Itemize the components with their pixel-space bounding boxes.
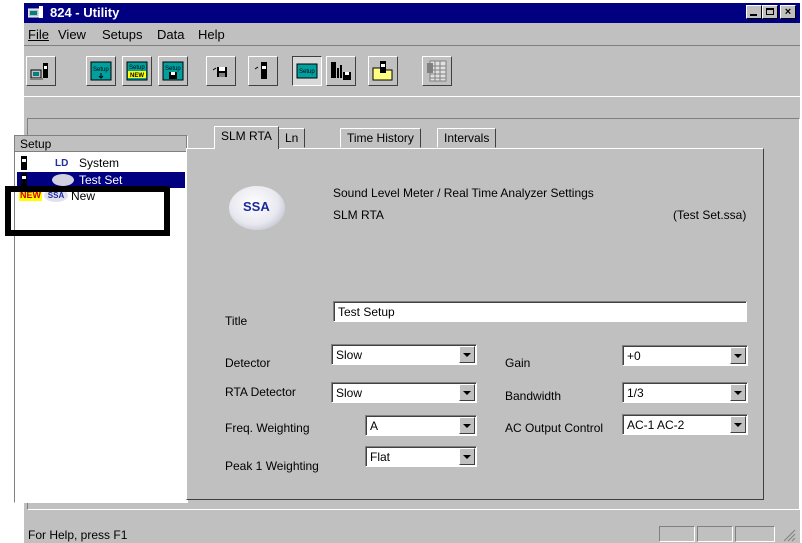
save-meter-icon <box>212 67 227 77</box>
setup-icon: Setup <box>90 61 112 81</box>
peak1-weighting-label: Peak 1 Weighting <box>225 459 319 473</box>
detector-value: Slow <box>336 348 363 362</box>
data-save-icon <box>331 62 351 80</box>
gain-select[interactable]: +0 <box>622 345 748 366</box>
status-pane-1 <box>659 526 695 542</box>
restore-icon <box>766 8 774 15</box>
freq-weighting-value: A <box>370 419 379 433</box>
chevron-down-icon[interactable] <box>459 448 475 465</box>
ac-output-value: AC-1 AC-2 <box>627 418 685 432</box>
meter-icon <box>254 62 267 79</box>
title-bar[interactable]: 824 - Utility × <box>24 3 800 23</box>
rta-detector-select[interactable]: Slow <box>331 382 477 403</box>
title-field[interactable]: Test Setup <box>333 301 747 322</box>
settings-panel: SSA Sound Level Meter / Real Time Analyz… <box>186 148 764 500</box>
menu-file[interactable]: File <box>28 27 49 42</box>
svg-text:Setup: Setup <box>299 69 315 75</box>
peak1-weighting-select[interactable]: Flat <box>365 446 477 467</box>
tree-item-label: System <box>79 156 120 170</box>
menu-help[interactable]: Help <box>198 27 225 42</box>
tree-header[interactable]: Setup <box>15 136 187 152</box>
bandwidth-label: Bandwidth <box>505 389 562 403</box>
tab-time-history[interactable]: Time History <box>340 128 421 148</box>
meter-icon <box>21 156 27 170</box>
chevron-down-icon[interactable] <box>459 384 475 401</box>
panel-file: (Test Set.ssa) <box>673 208 747 222</box>
svg-text:NEW: NEW <box>130 73 144 79</box>
gain-value: +0 <box>627 349 641 363</box>
spreadsheet-button[interactable] <box>422 56 452 86</box>
open-folder-icon <box>372 61 393 81</box>
open-file-button[interactable] <box>368 56 398 86</box>
svg-text:Setup: Setup <box>165 66 181 72</box>
spreadsheet-icon <box>427 60 447 82</box>
status-bar: For Help, press F1 <box>24 525 800 543</box>
resize-grip-icon[interactable] <box>782 528 796 542</box>
bandwidth-select[interactable]: 1/3 <box>622 382 748 403</box>
restore-button[interactable] <box>762 5 778 19</box>
window-title: 824 - Utility <box>50 5 120 20</box>
tree-header-label: Setup <box>20 137 52 151</box>
meter-button[interactable] <box>248 56 278 86</box>
rta-detector-label: RTA Detector <box>225 385 296 399</box>
menu-data[interactable]: Data <box>157 27 184 42</box>
ac-output-select[interactable]: AC-1 AC-2 <box>622 414 748 435</box>
connect-meter-button[interactable] <box>26 56 56 86</box>
chevron-down-icon[interactable] <box>730 347 746 364</box>
tab-slm-rta[interactable]: SLM RTA <box>214 126 279 149</box>
close-icon: × <box>784 6 792 18</box>
ssa-logo: SSA <box>229 186 285 230</box>
tab-intervals[interactable]: Intervals <box>437 128 497 148</box>
ssa-logo-text: SSA <box>243 199 270 214</box>
computer-meter-icon <box>30 63 48 80</box>
svg-text:Setup: Setup <box>129 65 145 71</box>
freq-weighting-select[interactable]: A <box>365 415 477 436</box>
save-to-meter-button[interactable] <box>206 56 236 86</box>
chevron-down-icon[interactable] <box>459 346 475 363</box>
highlight-box <box>5 186 170 236</box>
detector-select[interactable]: Slow <box>331 344 477 365</box>
peak1-weighting-value: Flat <box>370 450 391 464</box>
minimize-button[interactable] <box>746 5 762 19</box>
status-text: For Help, press F1 <box>28 528 128 542</box>
setup-active-button[interactable]: Setup <box>292 56 322 86</box>
close-button[interactable]: × <box>780 5 796 19</box>
title-value: Test Setup <box>338 305 395 319</box>
setup-new-icon: Setup NEW <box>126 61 148 81</box>
ssa-logo-icon <box>52 174 74 186</box>
app-icon <box>28 6 43 18</box>
ld-logo-icon: LD <box>52 156 74 169</box>
setup-button[interactable]: Setup <box>86 56 116 86</box>
title-label: Title <box>225 314 248 328</box>
setup-save-icon: Setup <box>162 61 184 81</box>
setup-save-button[interactable]: Setup <box>158 56 188 86</box>
tab-ln[interactable]: Ln <box>278 128 306 148</box>
chevron-down-icon[interactable] <box>730 416 746 433</box>
setup-active-icon: Setup <box>296 63 318 79</box>
gain-label: Gain <box>505 356 531 370</box>
freq-weighting-label: Freq. Weighting <box>225 421 310 435</box>
chevron-down-icon[interactable] <box>459 417 475 434</box>
bandwidth-value: 1/3 <box>627 386 644 400</box>
status-pane-2 <box>697 526 733 542</box>
meter-icon <box>21 173 27 187</box>
toolbar: Setup Setup NEW Setup Setup <box>24 45 800 97</box>
menu-setups[interactable]: Setups <box>102 27 142 42</box>
svg-text:Setup: Setup <box>93 67 109 73</box>
rta-detector-value: Slow <box>336 386 363 400</box>
svg-text:LD: LD <box>55 158 68 169</box>
tree-item-system[interactable]: LD System <box>17 155 185 171</box>
detector-label: Detector <box>225 356 271 370</box>
setup-new-button[interactable]: Setup NEW <box>122 56 152 86</box>
ac-output-label: AC Output Control <box>505 421 604 435</box>
panel-heading: Sound Level Meter / Real Time Analyzer S… <box>333 186 594 200</box>
menu-bar: File View Setups Data Help <box>24 25 800 43</box>
chevron-down-icon[interactable] <box>730 384 746 401</box>
menu-view[interactable]: View <box>58 27 86 42</box>
tree-item-label: Test Set <box>79 173 123 187</box>
status-pane-3 <box>735 526 775 542</box>
minimize-icon <box>750 14 757 16</box>
data-save-button[interactable] <box>326 56 356 86</box>
panel-subheading: SLM RTA <box>333 208 384 222</box>
